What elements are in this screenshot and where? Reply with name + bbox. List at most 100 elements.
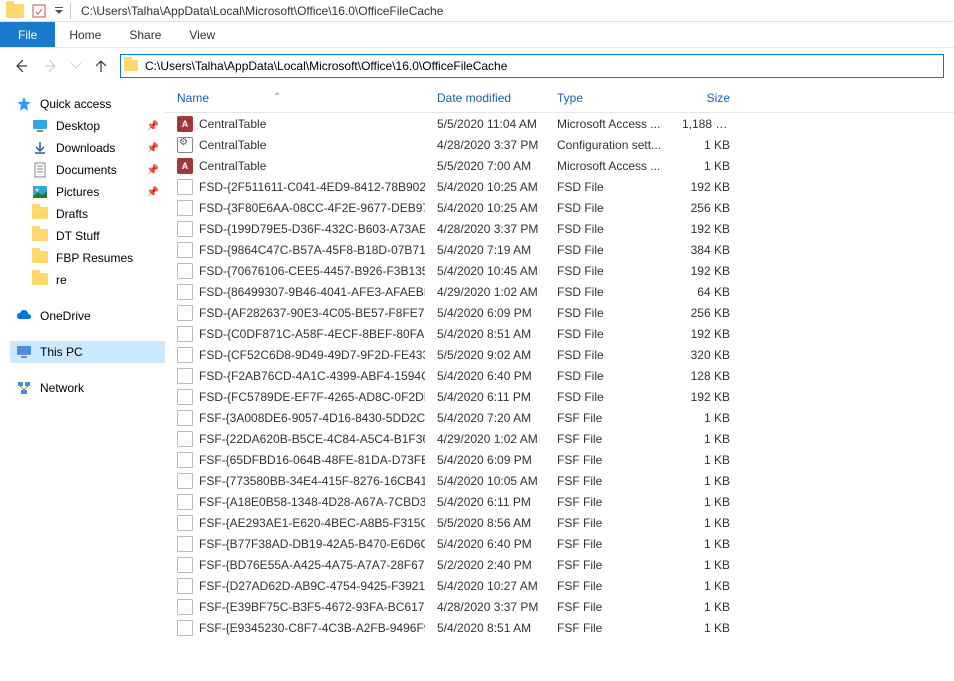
cell-name: FSD-{9864C47C-B57A-45F8-B18D-07B719...: [165, 242, 425, 258]
cell-name: FSD-{CF52C6D8-9D49-49D7-9F2D-FE4331...: [165, 347, 425, 363]
column-type[interactable]: Type: [545, 91, 670, 105]
sidebar-item-label: Desktop: [56, 119, 100, 133]
cell-type: FSF File: [545, 579, 670, 593]
file-row[interactable]: FSF-{BD76E55A-A425-4A75-A7A7-28F673...5/…: [165, 554, 954, 575]
file-icon: [177, 473, 193, 489]
file-row[interactable]: CentralTable5/5/2020 11:04 AMMicrosoft A…: [165, 113, 954, 134]
up-button[interactable]: [90, 55, 112, 77]
cell-name: FSF-{E39BF75C-B3F5-4672-93FA-BC617D...: [165, 599, 425, 615]
address-input[interactable]: [141, 57, 943, 75]
sort-indicator-icon: ⌃: [273, 92, 281, 103]
sidebar-item-re[interactable]: re: [10, 269, 165, 291]
sidebar-item-downloads[interactable]: Downloads📌: [10, 137, 165, 159]
file-row[interactable]: FSD-{86499307-9B46-4041-AFE3-AFAEBD...4/…: [165, 281, 954, 302]
file-row[interactable]: FSF-{D27AD62D-AB9C-4754-9425-F3921...5/4…: [165, 575, 954, 596]
cell-name: FSF-{773580BB-34E4-415F-8276-16CB411...: [165, 473, 425, 489]
file-row[interactable]: FSD-{CF52C6D8-9D49-49D7-9F2D-FE4331...5/…: [165, 344, 954, 365]
cell-name: FSD-{2F511611-C041-4ED9-8412-78B9027...: [165, 179, 425, 195]
sidebar-item-pictures[interactable]: Pictures📌: [10, 181, 165, 203]
tab-home[interactable]: Home: [55, 22, 115, 47]
cell-type: FSD File: [545, 390, 670, 404]
sidebar-item-desktop[interactable]: Desktop📌: [10, 115, 165, 137]
back-button[interactable]: [10, 55, 32, 77]
cell-name: FSF-{BD76E55A-A425-4A75-A7A7-28F673...: [165, 557, 425, 573]
file-row[interactable]: FSD-{3F80E6AA-08CC-4F2E-9677-DEB977...5/…: [165, 197, 954, 218]
cell-type: FSD File: [545, 264, 670, 278]
cell-size: 384 KB: [670, 243, 750, 257]
address-bar[interactable]: [120, 54, 944, 78]
column-date[interactable]: Date modified: [425, 91, 545, 105]
titlebar: C:\Users\Talha\AppData\Local\Microsoft\O…: [0, 0, 954, 22]
qat-dropdown-icon[interactable]: [52, 1, 66, 21]
sidebar-item-label: re: [56, 273, 67, 287]
file-row[interactable]: FSF-{65DFBD16-064B-48FE-81DA-D73FE1...5/…: [165, 449, 954, 470]
file-row[interactable]: FSF-{22DA620B-B5CE-4C84-A5C4-B1F36...4/2…: [165, 428, 954, 449]
sidebar-network[interactable]: Network: [10, 377, 165, 399]
file-icon: [177, 578, 193, 594]
cell-name: CentralTable: [165, 137, 425, 153]
sidebar-item-dt-stuff[interactable]: DT Stuff: [10, 225, 165, 247]
monitor-icon: [16, 344, 32, 360]
cell-type: FSF File: [545, 495, 670, 509]
sidebar-quick-access[interactable]: Quick access: [10, 93, 165, 115]
column-name[interactable]: Name⌃: [165, 91, 425, 105]
access-icon: [177, 158, 193, 174]
file-row[interactable]: FSD-{9864C47C-B57A-45F8-B18D-07B719...5/…: [165, 239, 954, 260]
file-row[interactable]: FSF-{B77F38AD-DB19-42A5-B470-E6D6C...5/4…: [165, 533, 954, 554]
file-row[interactable]: FSD-{2F511611-C041-4ED9-8412-78B9027...5…: [165, 176, 954, 197]
folder-icon[interactable]: [4, 1, 26, 21]
file-icon: [177, 452, 193, 468]
file-row[interactable]: FSD-{199D79E5-D36F-432C-B603-A73AE...4/2…: [165, 218, 954, 239]
file-row[interactable]: FSF-{773580BB-34E4-415F-8276-16CB411...5…: [165, 470, 954, 491]
cell-type: FSF File: [545, 453, 670, 467]
cell-name: FSD-{3F80E6AA-08CC-4F2E-9677-DEB977...: [165, 200, 425, 216]
cell-date: 5/5/2020 9:02 AM: [425, 348, 545, 362]
nav-row: [0, 47, 954, 83]
tab-view[interactable]: View: [175, 22, 229, 47]
cell-type: FSF File: [545, 558, 670, 572]
file-row[interactable]: FSD-{F2AB76CD-4A1C-4399-ABF4-1594C...5/4…: [165, 365, 954, 386]
file-icon: [177, 179, 193, 195]
item-icon: [32, 118, 48, 134]
file-icon: [177, 368, 193, 384]
sidebar-item-label: Downloads: [56, 141, 115, 155]
file-row[interactable]: FSF-{AE293AE1-E620-4BEC-A8B5-F315C0...5/…: [165, 512, 954, 533]
file-icon: [177, 326, 193, 342]
cell-date: 5/4/2020 10:25 AM: [425, 201, 545, 215]
sidebar-item-fbp-resumes[interactable]: FBP Resumes: [10, 247, 165, 269]
tab-file[interactable]: File: [0, 22, 55, 47]
file-row[interactable]: FSF-{E9345230-C8F7-4C3B-A2FB-9496F9...5/…: [165, 617, 954, 638]
file-row[interactable]: FSD-{AF282637-90E3-4C05-BE57-F8FE734...5…: [165, 302, 954, 323]
tab-share[interactable]: Share: [115, 22, 175, 47]
cell-name: FSF-{3A008DE6-9057-4D16-8430-5DD2C9...: [165, 410, 425, 426]
sidebar-onedrive[interactable]: OneDrive: [10, 305, 165, 327]
sidebar-this-pc[interactable]: This PC: [10, 341, 165, 363]
file-icon: [177, 410, 193, 426]
file-row[interactable]: FSF-{E39BF75C-B3F5-4672-93FA-BC617D...4/…: [165, 596, 954, 617]
cell-type: FSF File: [545, 537, 670, 551]
sidebar-item-label: This PC: [40, 345, 83, 359]
file-row[interactable]: FSD-{FC5789DE-EF7F-4265-AD8C-0F2DF1...5/…: [165, 386, 954, 407]
file-row[interactable]: FSD-{C0DF871C-A58F-4ECF-8BEF-80FA3...5/4…: [165, 323, 954, 344]
file-row[interactable]: FSF-{A18E0B58-1348-4D28-A67A-7CBD34...5/…: [165, 491, 954, 512]
file-row[interactable]: CentralTable5/5/2020 7:00 AMMicrosoft Ac…: [165, 155, 954, 176]
recent-dropdown-icon[interactable]: [70, 55, 82, 77]
cell-size: 192 KB: [670, 327, 750, 341]
file-icon: [177, 557, 193, 573]
file-row[interactable]: CentralTable4/28/2020 3:37 PMConfigurati…: [165, 134, 954, 155]
cell-size: 64 KB: [670, 285, 750, 299]
properties-icon[interactable]: [28, 1, 50, 21]
sidebar-item-drafts[interactable]: Drafts: [10, 203, 165, 225]
cell-name: CentralTable: [165, 116, 425, 132]
forward-button[interactable]: [40, 55, 62, 77]
file-row[interactable]: FSD-{70676106-CEE5-4457-B926-F3B1356...5…: [165, 260, 954, 281]
cell-name: FSD-{86499307-9B46-4041-AFE3-AFAEBD...: [165, 284, 425, 300]
column-headers: Name⌃ Date modified Type Size: [165, 83, 954, 113]
column-size[interactable]: Size: [670, 91, 750, 105]
sidebar-item-documents[interactable]: Documents📌: [10, 159, 165, 181]
file-row[interactable]: FSF-{3A008DE6-9057-4D16-8430-5DD2C9...5/…: [165, 407, 954, 428]
cell-date: 5/5/2020 8:56 AM: [425, 516, 545, 530]
cell-type: FSD File: [545, 201, 670, 215]
cell-date: 5/4/2020 6:09 PM: [425, 453, 545, 467]
file-icon: [177, 305, 193, 321]
